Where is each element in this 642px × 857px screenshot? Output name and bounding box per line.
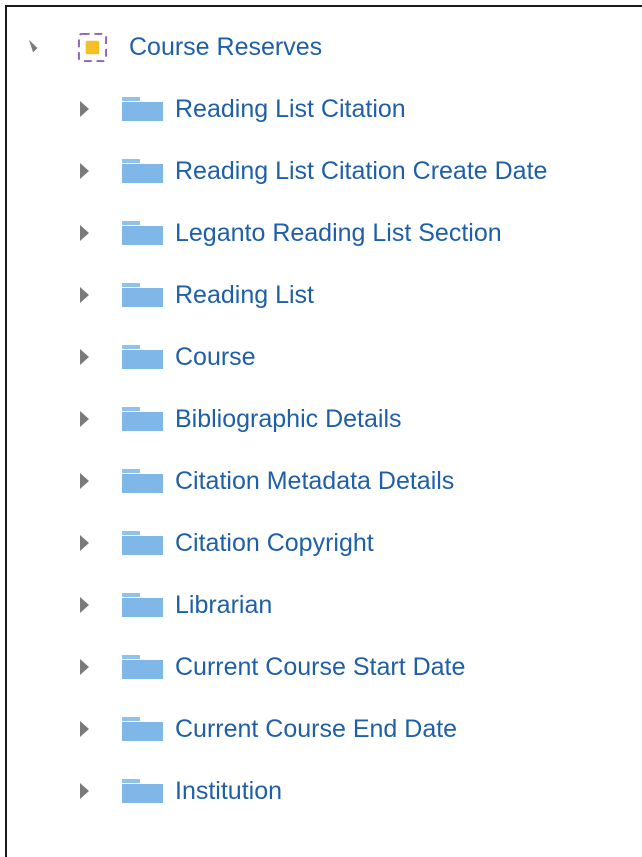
collapse-triangle-icon[interactable] (80, 473, 89, 489)
folder-icon (122, 717, 163, 741)
tree-node-label: Citation Copyright (175, 529, 374, 557)
folder-icon (122, 283, 163, 307)
collapse-triangle-icon[interactable] (80, 597, 89, 613)
tree-node-label: Leganto Reading List Section (175, 219, 502, 247)
collapse-triangle-icon[interactable] (80, 225, 89, 241)
collapse-triangle-icon[interactable] (80, 411, 89, 427)
tree-node-label: Current Course End Date (175, 715, 458, 743)
folder-icon (122, 97, 163, 121)
folder-icon (122, 345, 163, 369)
tree-node-label: Course (175, 343, 256, 371)
collapse-triangle-icon[interactable] (80, 163, 89, 179)
folder-icon (122, 655, 163, 679)
tree-node-label: Citation Metadata Details (175, 467, 455, 495)
folder-icon (122, 407, 163, 431)
folder-icon (122, 469, 163, 493)
collapse-triangle-icon[interactable] (80, 287, 89, 303)
tree-panel: Course Reserves Reading List Citation Rea… (5, 5, 642, 857)
tree-node-label: Course Reserves (129, 33, 323, 61)
tree-node-label: Current Course Start Date (175, 653, 466, 681)
tree-node-label: Reading List Citation Create Date (175, 157, 548, 185)
collapse-triangle-icon[interactable] (80, 101, 89, 117)
tree-node-label: Librarian (175, 591, 273, 619)
folder-icon (122, 593, 163, 617)
tree-node-label: Reading List (175, 281, 314, 309)
collapse-triangle-icon[interactable] (80, 535, 89, 551)
collapse-triangle-icon[interactable] (80, 783, 89, 799)
tree-node-label: Institution (175, 777, 283, 805)
subject-area-icon (77, 32, 108, 63)
tree-node-label: Bibliographic Details (175, 405, 402, 433)
folder-icon (122, 159, 163, 183)
expand-triangle-icon[interactable] (24, 39, 38, 53)
collapse-triangle-icon[interactable] (80, 349, 89, 365)
folder-icon (122, 531, 163, 555)
tree-node-label: Reading List Citation (175, 95, 406, 123)
folder-icon (122, 779, 163, 803)
folder-icon (122, 221, 163, 245)
collapse-triangle-icon[interactable] (80, 659, 89, 675)
collapse-triangle-icon[interactable] (80, 721, 89, 737)
